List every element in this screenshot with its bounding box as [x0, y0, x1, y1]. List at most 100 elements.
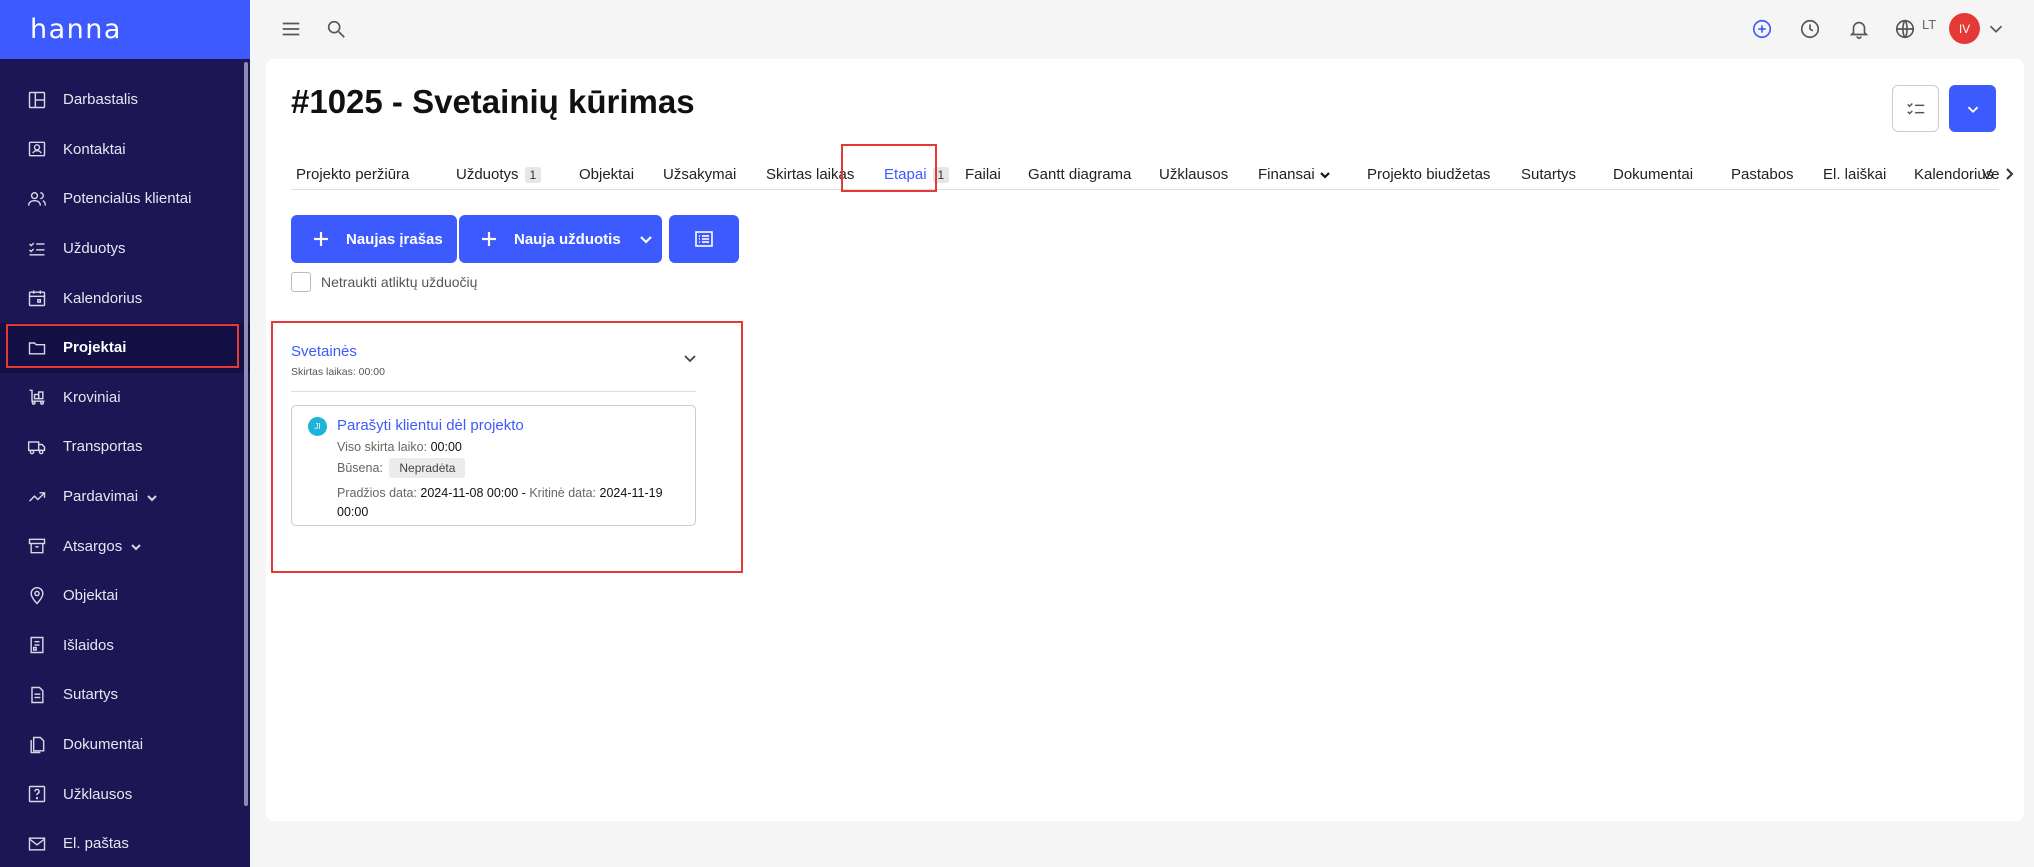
tab-sutartys[interactable]: Sutartys: [1521, 159, 1577, 189]
sidebar-item-sutartys[interactable]: Sutartys: [0, 670, 250, 720]
task-card[interactable]: JI Parašyti klientui dėl projekto Viso s…: [291, 405, 696, 526]
field-value: 00:00: [337, 505, 369, 519]
button-label: Nauja užduotis: [514, 230, 621, 248]
globe-icon[interactable]: [1892, 16, 1918, 42]
tab-label: El. laiškai: [1823, 166, 1887, 183]
tab-label: Ve: [1982, 166, 1999, 183]
plus-icon: [314, 232, 328, 246]
stage-title[interactable]: Svetainės: [291, 343, 357, 360]
chevron-right-icon[interactable]: [2002, 167, 2016, 181]
add-circle-icon[interactable]: [1749, 16, 1775, 42]
sidebar-item-el-pastas[interactable]: El. paštas: [0, 819, 250, 867]
divider: [291, 391, 696, 392]
archive-icon: [26, 535, 48, 557]
tab-finansai[interactable]: Finansai: [1258, 159, 1331, 189]
sidebar-item-kroviniai[interactable]: Kroviniai: [0, 373, 250, 423]
sidebar-scrollbar[interactable]: [244, 62, 248, 806]
tab-uzduotys[interactable]: Užduotys 1: [456, 159, 542, 189]
stage-allotted-time: Skirtas laikas: 00:00: [291, 366, 385, 378]
chevron-down-icon[interactable]: [1983, 16, 2009, 42]
sidebar-item-label: Kroviniai: [63, 388, 121, 406]
bell-icon[interactable]: [1846, 16, 1872, 42]
sidebar-item-darbastalis[interactable]: Darbastalis: [0, 75, 250, 125]
sidebar-item-kalendorius[interactable]: Kalendorius: [0, 273, 250, 323]
tab-pastabos[interactable]: Pastabos: [1731, 159, 1794, 189]
new-task-button[interactable]: Nauja užduotis: [459, 215, 662, 263]
tab-projekto-perziura[interactable]: Projekto peržiūra: [296, 159, 409, 189]
tasks-icon: [26, 238, 48, 260]
tab-objektai[interactable]: Objektai: [579, 159, 634, 189]
plus-icon: [482, 232, 496, 246]
sidebar-item-islaidos[interactable]: Išlaidos: [0, 621, 250, 671]
exclude-done-row: Netraukti atliktų užduočių: [291, 272, 477, 292]
sidebar-item-uzduotys[interactable]: Užduotys: [0, 224, 250, 274]
tab-label: Užsakymai: [663, 166, 737, 183]
sidebar-item-label: Kontaktai: [63, 140, 126, 158]
logo-bar: hanna: [0, 0, 250, 59]
contract-icon: [26, 684, 48, 706]
sidebar-item-uzklausos[interactable]: Užklausos: [0, 769, 250, 819]
task-total-time: Viso skirta laiko: 00:00: [337, 440, 462, 454]
logo[interactable]: hanna: [30, 14, 122, 45]
tab-gantt-diagrama[interactable]: Gantt diagrama: [1028, 159, 1132, 189]
status-badge: Nepradėta: [389, 458, 466, 478]
field-label: Kritinė data:: [529, 486, 597, 500]
highlight-box: [841, 144, 937, 192]
contacts-icon: [26, 138, 48, 160]
leads-icon: [26, 188, 48, 210]
tab-projekto-biudzetas[interactable]: Projekto biudžetas: [1367, 159, 1490, 189]
main-content: #1025 - Svetainių kūrimas Projekto perži…: [266, 59, 2024, 821]
tab-uzklausos[interactable]: Užklausos: [1159, 159, 1228, 189]
clock-icon[interactable]: [1797, 16, 1823, 42]
list-icon: [695, 231, 713, 247]
sidebar-item-objektai[interactable]: Objektai: [0, 571, 250, 621]
sidebar-item-label: Pardavimai: [63, 488, 139, 506]
tab-label: Pastabos: [1731, 166, 1794, 183]
new-record-button[interactable]: Naujas įrašas: [291, 215, 457, 263]
chevron-down-icon[interactable]: [682, 350, 698, 366]
sidebar-item-kontaktai[interactable]: Kontaktai: [0, 125, 250, 175]
sidebar-item-projektai[interactable]: Projektai: [0, 322, 250, 373]
sidebar-item-transportas[interactable]: Transportas: [0, 422, 250, 472]
sidebar-item-pardavimai[interactable]: Pardavimai: [0, 472, 250, 522]
chevron-down-icon[interactable]: [130, 540, 142, 552]
exclude-done-checkbox[interactable]: [291, 272, 311, 292]
checklist-icon: [1906, 102, 1924, 115]
tab-uzsakymai[interactable]: Užsakymai: [663, 159, 737, 189]
menu-icon[interactable]: [278, 16, 304, 42]
calendar-icon: [26, 287, 48, 309]
search-icon[interactable]: [323, 16, 349, 42]
field-value: 00:00: [430, 440, 462, 454]
tab-label: Užduotys: [456, 166, 519, 183]
sidebar-item-potencialus-klientai[interactable]: Potencialūs klientai: [0, 174, 250, 224]
sidebar-item-atsargos[interactable]: Atsargos: [0, 521, 250, 571]
more-actions-button[interactable]: [1949, 85, 1996, 132]
tab-label: Failai: [965, 166, 1001, 183]
sidebar-item-label: Užduotys: [63, 240, 126, 258]
separator: -: [521, 486, 526, 500]
checklist-button[interactable]: [1892, 85, 1939, 132]
tab-el-laiskai[interactable]: El. laiškai: [1823, 159, 1887, 189]
list-view-button[interactable]: [669, 215, 739, 263]
tab-dokumentai[interactable]: Dokumentai: [1613, 159, 1693, 189]
tab-label: Gantt diagrama: [1028, 166, 1132, 183]
chevron-down-icon[interactable]: [146, 491, 158, 503]
sidebar-item-label: Sutartys: [63, 686, 119, 704]
tab-label: Sutartys: [1521, 166, 1577, 183]
avatar[interactable]: IV: [1949, 13, 1980, 44]
chevron-down-icon: [1319, 171, 1330, 179]
chevron-down-icon[interactable]: [639, 232, 653, 246]
sidebar-item-dokumentai[interactable]: Dokumentai: [0, 720, 250, 770]
language-label[interactable]: LT: [1922, 17, 1936, 32]
page-title: #1025 - Svetainių kūrimas: [291, 83, 695, 120]
sidebar-item-label: El. paštas: [63, 835, 129, 853]
tab-overflow[interactable]: Ve: [1982, 159, 1999, 189]
chevron-down-icon: [1967, 106, 1978, 113]
tab-failai[interactable]: Failai: [965, 159, 1001, 189]
task-title[interactable]: Parašyti klientui dėl projekto: [337, 417, 524, 434]
topbar: LT IV: [250, 0, 2034, 58]
avatar: JI: [308, 417, 327, 436]
sidebar-item-label: Atsargos: [63, 537, 123, 555]
field-label: Viso skirta laiko:: [337, 440, 428, 454]
sidebar-item-label: Transportas: [63, 438, 143, 456]
